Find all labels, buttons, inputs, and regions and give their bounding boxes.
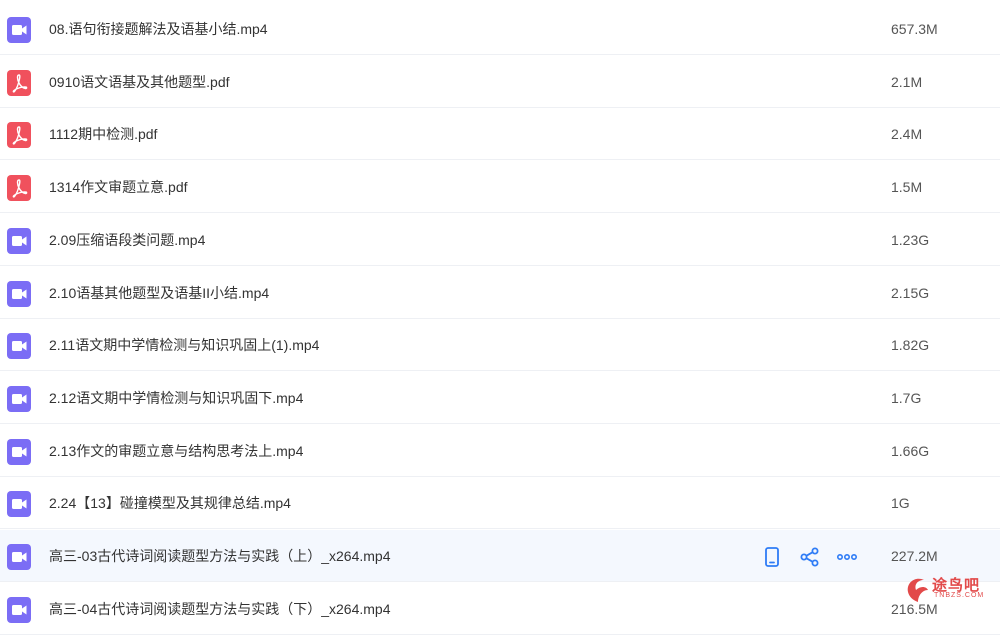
file-size: 1G: [891, 495, 910, 512]
file-name-link[interactable]: 0910语文语基及其他题型.pdf: [49, 56, 230, 108]
file-size: 1.82G: [891, 337, 930, 354]
file-row[interactable]: 2.10语基其他题型及语基II小结.mp4 2.15G: [0, 267, 1000, 319]
file-row[interactable]: 2.12语文期中学情检测与知识巩固下.mp4 1.7G: [0, 372, 1000, 424]
file-name-link[interactable]: 2.10语基其他题型及语基II小结.mp4: [49, 267, 269, 319]
watermark-logo: 途鸟吧 TNBZS.COM: [904, 572, 1000, 607]
video-file-icon: [7, 227, 31, 254]
video-file-icon: [7, 17, 31, 43]
pdf-file-icon: [7, 69, 31, 96]
file-name-link[interactable]: 2.24【13】碰撞模型及其规律总结.mp4: [49, 477, 291, 529]
pdf-file-icon: [7, 122, 31, 149]
file-row[interactable]: 08.语句衔接题解法及语基小结.mp4 657.3M: [0, 3, 1000, 55]
phone-icon[interactable]: [760, 545, 784, 569]
share-icon[interactable]: [798, 545, 822, 569]
file-row[interactable]: 2.24【13】碰撞模型及其规律总结.mp4 1G: [0, 477, 1000, 530]
video-file-icon: [7, 596, 31, 623]
file-size: 1.23G: [891, 231, 930, 248]
bird-logo-icon: [907, 578, 928, 602]
video-file-icon: [7, 333, 31, 360]
file-name-link[interactable]: 高三-03古代诗词阅读题型方法与实践（上）_x264.mp4: [49, 530, 391, 582]
file-row[interactable]: 2.09压缩语段类问题.mp4 1.23G: [0, 214, 1000, 266]
watermark-subtext: TNBZS.COM: [934, 592, 985, 599]
file-size: 1.7G: [891, 389, 922, 406]
file-size: 2.15G: [891, 284, 930, 301]
file-row[interactable]: 0910语文语基及其他题型.pdf 2.1M: [0, 56, 1000, 108]
file-size: 1.66G: [891, 442, 930, 459]
file-row[interactable]: 高三-04古代诗词阅读题型方法与实践（下）_x264.mp4 216.5M: [0, 583, 1000, 635]
pdf-file-icon: [7, 175, 31, 202]
video-file-icon: [7, 544, 31, 570]
video-file-icon: [7, 280, 31, 307]
video-file-icon: [7, 385, 31, 412]
file-size: 1.5M: [891, 179, 923, 196]
file-name-link[interactable]: 高三-04古代诗词阅读题型方法与实践（下）_x264.mp4: [49, 583, 391, 635]
file-row[interactable]: 1314作文审题立意.pdf 1.5M: [0, 161, 1000, 214]
file-name-link[interactable]: 2.12语文期中学情检测与知识巩固下.mp4: [49, 372, 303, 424]
file-size: 657.3M: [891, 21, 938, 37]
file-row[interactable]: 2.11语文期中学情检测与知识巩固上(1).mp4 1.82G: [0, 319, 1000, 372]
video-file-icon: [7, 438, 31, 465]
file-name-link[interactable]: 1112期中检测.pdf: [49, 108, 157, 160]
file-size: 2.4M: [891, 126, 923, 143]
file-row[interactable]: 2.13作文的审题立意与结构思考法上.mp4 1.66G: [0, 425, 1000, 477]
more-icon[interactable]: [835, 545, 859, 569]
file-row[interactable]: 高三-03古代诗词阅读题型方法与实践（上）_x264.mp4 227.2M: [0, 530, 1000, 582]
file-row[interactable]: 1112期中检测.pdf 2.4M: [0, 108, 1000, 161]
file-name-link[interactable]: 2.13作文的审题立意与结构思考法上.mp4: [49, 425, 303, 477]
file-name-link[interactable]: 08.语句衔接题解法及语基小结.mp4: [49, 3, 268, 55]
file-name-link[interactable]: 2.11语文期中学情检测与知识巩固上(1).mp4: [49, 319, 319, 371]
video-file-icon: [7, 491, 31, 518]
file-name-link[interactable]: 1314作文审题立意.pdf: [49, 161, 188, 213]
file-size: 2.1M: [891, 73, 923, 90]
file-name-link[interactable]: 2.09压缩语段类问题.mp4: [49, 214, 205, 266]
